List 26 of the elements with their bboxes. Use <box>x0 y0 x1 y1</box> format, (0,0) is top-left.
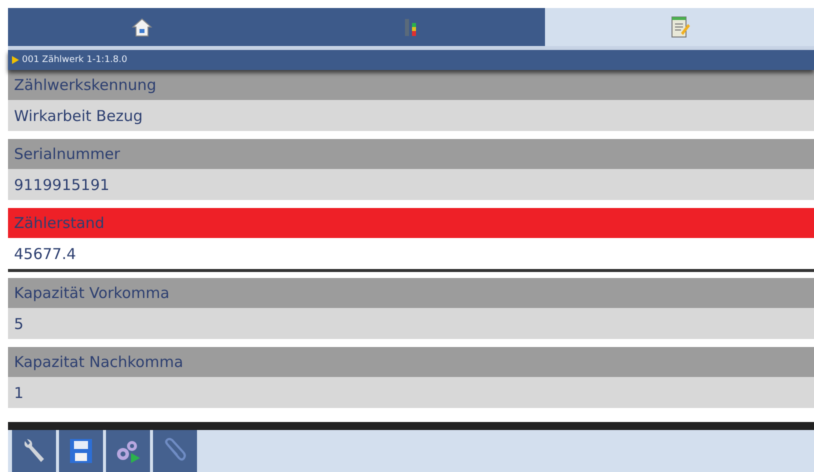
field-label: Zählerstand <box>8 208 814 238</box>
field-row[interactable]: Serialnummer 9119915191 <box>8 139 814 200</box>
tab[interactable] <box>276 8 546 46</box>
field-row[interactable]: Zählerstand 45677.4 <box>8 208 814 272</box>
field-value: 9119915191 <box>8 169 814 200</box>
bar-chart-icon <box>403 16 419 38</box>
field-label: Kapazität Vorkomma <box>8 278 814 308</box>
field-label: Zählwerkskennung <box>8 70 814 100</box>
toolbar-button[interactable] <box>106 430 150 472</box>
home-icon <box>131 16 154 38</box>
field-label: Serialnummer <box>8 139 814 169</box>
toolbar-button[interactable] <box>12 430 56 472</box>
tab[interactable] <box>8 8 277 46</box>
field-value: 1 <box>8 377 814 408</box>
field-label: Kapazitat Nachkomma <box>8 347 814 377</box>
field-value: Wirkarbeit Bezug <box>8 100 814 131</box>
field-value: 5 <box>8 308 814 339</box>
play-icon <box>12 56 19 64</box>
field-row[interactable]: Zählwerkskennung Wirkarbeit Bezug <box>8 70 814 131</box>
breadcrumb: 001 Zählwerk 1-1:1.8.0 <box>22 55 128 65</box>
field-row[interactable]: Kapazitat Nachkomma 1 <box>8 347 814 408</box>
toolbar-button[interactable] <box>59 430 103 472</box>
tab[interactable] <box>545 8 814 46</box>
edit-document-icon <box>668 15 691 39</box>
field-row[interactable]: Kapazität Vorkomma 5 <box>8 278 814 339</box>
save-icon <box>68 437 94 465</box>
